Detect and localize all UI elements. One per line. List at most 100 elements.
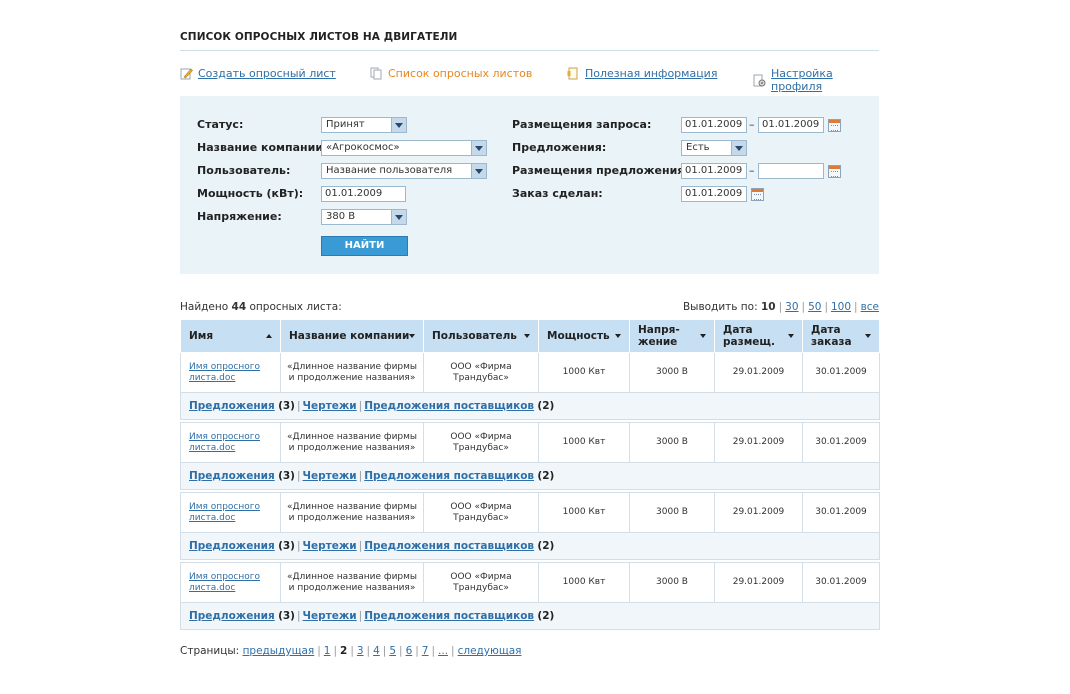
supplier-offers-link[interactable]: Предложения поставщиков [364,540,534,552]
search-button[interactable]: НАЙТИ [321,236,408,256]
offer-dash: – [749,164,755,177]
per-page-current: 10 [760,301,776,313]
row-links-cell: Предложения (3) | Чертежи | Предложения пост… [180,602,880,630]
pager-page[interactable]: 5 [389,645,396,657]
nav-create[interactable]: Создать опросный лист [180,67,336,80]
cell-placed: 29.01.2009 [714,422,803,463]
column-header-company[interactable]: Название компании [280,319,424,353]
pager-page[interactable]: 7 [422,645,429,657]
per-page-option[interactable]: 30 [785,301,798,313]
request-to-input[interactable]: 01.01.2009 [758,117,824,133]
file-link[interactable]: Имя опросного листа.doc [189,572,260,593]
voltage-value: 380 В [326,211,356,222]
drawings-link[interactable]: Чертежи [303,470,357,482]
chevron-down-icon [731,141,746,155]
pager-page[interactable]: 4 [373,645,380,657]
calendar-icon[interactable] [828,119,841,132]
pager-page[interactable]: 3 [357,645,364,657]
found-suffix: опросных листа: [249,301,342,313]
chevron-down-icon [391,210,406,224]
drawings-link[interactable]: Чертежи [303,540,357,552]
sort-desc-icon [788,334,794,338]
nav-info[interactable]: Полезная информация [567,67,717,80]
cell-name: Имя опросного листа.doc [180,562,281,603]
offers-link[interactable]: Предложения [189,400,275,412]
offers-link[interactable]: Предложения [189,540,275,552]
pager-ellipsis[interactable]: ... [438,645,448,657]
offers-select[interactable]: Есть [681,140,747,156]
nav-create-link[interactable]: Создать опросный лист [198,67,336,80]
found-count: 44 [231,301,247,313]
offer-date-label: Размещения предложения: [512,164,689,177]
offers-link[interactable]: Предложения [189,470,275,482]
table-header-row: Имя Название компании Пользователь Мощно… [180,319,880,353]
supplier-offers-link[interactable]: Предложения поставщиков [364,610,534,622]
supplier-offers-count: (2) [537,399,555,412]
offer-from-input[interactable]: 01.01.2009 [681,163,747,179]
per-page-option[interactable]: 100 [831,301,851,313]
column-header-voltage[interactable]: Напря-жение [629,319,715,353]
cell-user: ООО «Фирма Трандубас» [423,422,539,463]
sort-desc-icon [615,334,621,338]
status-select[interactable]: Принят [321,117,407,133]
offers-count: (3) [278,539,295,552]
column-header-power[interactable]: Мощность [538,319,630,353]
per-page-option[interactable]: все [861,301,879,313]
column-header-user[interactable]: Пользователь [423,319,539,353]
request-from-input[interactable]: 01.01.2009 [681,117,747,133]
nav-profile[interactable]: Настройка профиля [753,67,879,93]
offers-link[interactable]: Предложения [189,610,275,622]
voltage-select[interactable]: 380 В [321,209,407,225]
offer-to-input[interactable] [758,163,824,179]
nav-profile-link[interactable]: Настройка профиля [771,67,879,93]
cell-voltage: 3000 В [629,422,715,463]
pager-page[interactable]: 6 [406,645,413,657]
calendar-icon[interactable] [751,188,764,201]
drawings-link[interactable]: Чертежи [303,400,357,412]
cell-power: 1000 Квт [538,562,630,603]
title-divider [180,50,879,51]
pager-next[interactable]: следующая [458,645,522,657]
company-label: Название компании: [197,141,328,154]
supplier-offers-link[interactable]: Предложения поставщиков [364,400,534,412]
cell-company: «Длинное название фирмы и продолжение на… [280,562,424,603]
column-header-ordered[interactable]: Дата заказа [802,319,880,353]
column-header-placed[interactable]: Дата размещ. [714,319,803,353]
chevron-down-icon [391,118,406,132]
settings-doc-icon [753,74,766,87]
cell-user: ООО «Фирма Трандубас» [423,492,539,533]
power-input[interactable]: 01.01.2009 [321,186,406,202]
cell-power: 1000 Квт [538,422,630,463]
supplier-offers-count: (2) [537,539,555,552]
supplier-offers-link[interactable]: Предложения поставщиков [364,470,534,482]
cell-power: 1000 Квт [538,352,630,393]
row-links-cell: Предложения (3) | Чертежи | Предложения пост… [180,462,880,490]
info-doc-icon [567,67,580,80]
questionnaire-table: Имя Название компании Пользователь Мощно… [180,319,880,630]
cell-power: 1000 Квт [538,492,630,533]
order-input[interactable]: 01.01.2009 [681,186,747,202]
nav-info-link[interactable]: Полезная информация [585,67,717,80]
cell-ordered: 30.01.2009 [802,422,880,463]
nav-list[interactable]: Список опросных листов [370,67,532,80]
column-header-name[interactable]: Имя [180,319,281,353]
cell-voltage: 3000 В [629,562,715,603]
per-page-label: Выводить по: [682,301,758,313]
request-date-label: Размещения запроса: [512,118,652,131]
file-link[interactable]: Имя опросного листа.doc [189,432,260,453]
per-page-option[interactable]: 50 [808,301,821,313]
cell-user: ООО «Фирма Трандубас» [423,562,539,603]
cell-ordered: 30.01.2009 [802,352,880,393]
company-select[interactable]: «Агрокосмос» [321,140,487,156]
pager-page[interactable]: 1 [324,645,331,657]
row-links: Предложения (3) | Чертежи | Предложения пост… [180,602,880,630]
nav-list-label: Список опросных листов [388,67,533,80]
file-link[interactable]: Имя опросного листа.doc [189,502,260,523]
pager-prev[interactable]: предыдущая [243,645,315,657]
user-select[interactable]: Название пользователя [321,163,487,179]
calendar-icon[interactable] [828,165,841,178]
drawings-link[interactable]: Чертежи [303,610,357,622]
file-link[interactable]: Имя опросного листа.doc [189,362,260,383]
cell-company: «Длинное название фирмы и продолжение на… [280,352,424,393]
cell-company: «Длинное название фирмы и продолжение на… [280,492,424,533]
